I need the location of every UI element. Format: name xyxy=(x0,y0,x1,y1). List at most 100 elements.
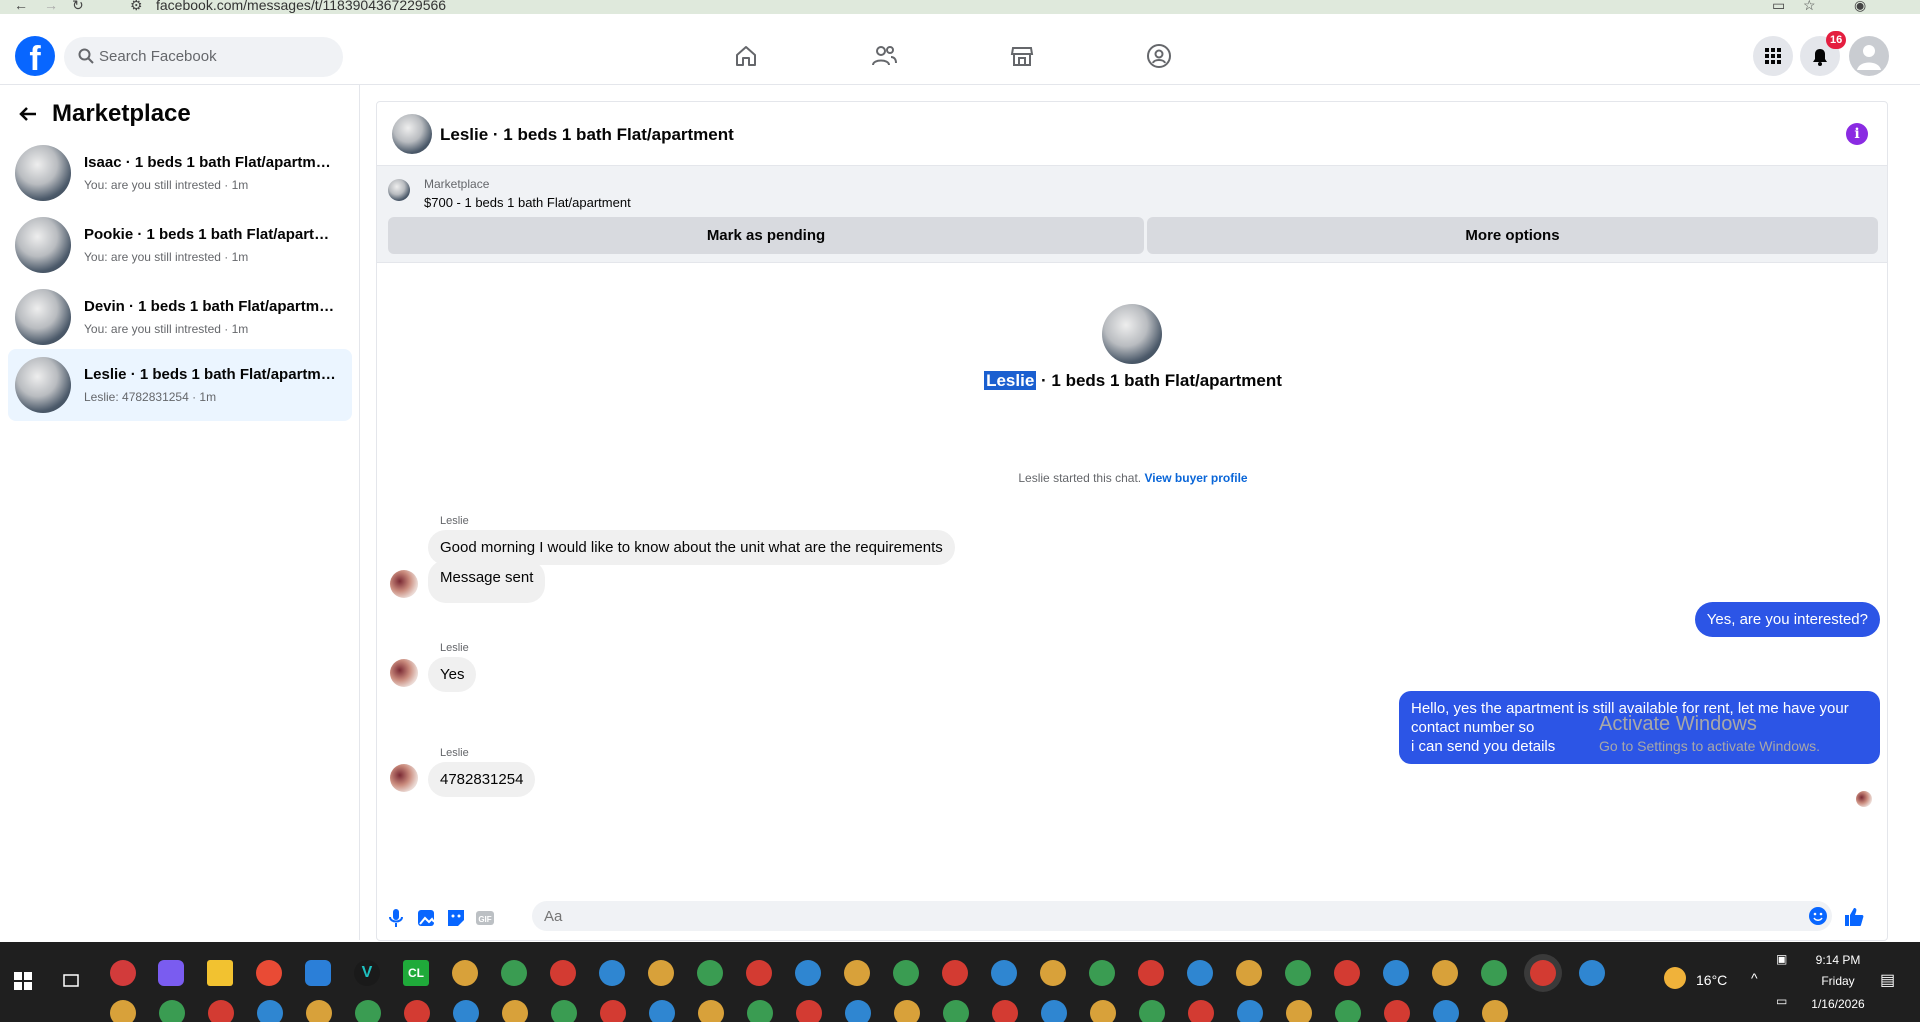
chrome-icon[interactable] xyxy=(1089,960,1115,986)
chrome-icon[interactable] xyxy=(502,1000,528,1022)
listing-thumbnail[interactable] xyxy=(388,179,410,201)
back-arrow-icon[interactable] xyxy=(18,104,38,124)
windows-start-icon[interactable] xyxy=(14,972,32,990)
copilot-icon[interactable] xyxy=(158,960,184,986)
weather-temperature[interactable]: 16°C xyxy=(1696,972,1727,988)
marketplace-icon[interactable] xyxy=(1000,34,1044,78)
chrome-icon[interactable] xyxy=(796,1000,822,1022)
tray-icon[interactable]: ▣ xyxy=(1776,952,1787,966)
info-icon[interactable]: i xyxy=(1846,123,1868,145)
chrome-icon[interactable] xyxy=(1481,960,1507,986)
chrome-icon[interactable] xyxy=(110,1000,136,1022)
facebook-logo-icon[interactable]: f xyxy=(15,36,55,76)
incoming-message[interactable]: Yes xyxy=(428,657,477,692)
groups-icon[interactable] xyxy=(1137,34,1181,78)
chrome-icon[interactable] xyxy=(1482,1000,1508,1022)
chrome-icon[interactable] xyxy=(1041,1000,1067,1022)
network-icon[interactable]: ▭ xyxy=(1776,994,1787,1008)
chrome-icon[interactable] xyxy=(1187,960,1213,986)
chrome-icon[interactable] xyxy=(795,960,821,986)
more-options-button[interactable]: More options xyxy=(1147,217,1878,254)
chrome-icon[interactable] xyxy=(306,1000,332,1022)
chrome-icon[interactable] xyxy=(943,1000,969,1022)
file-explorer-icon[interactable] xyxy=(207,960,233,986)
sticker-icon[interactable] xyxy=(445,907,467,929)
chrome-icon[interactable] xyxy=(1432,960,1458,986)
chrome-icon[interactable] xyxy=(1237,1000,1263,1022)
chrome-icon[interactable] xyxy=(992,1000,1018,1022)
chrome-icon[interactable] xyxy=(648,960,674,986)
app-icon[interactable] xyxy=(110,960,136,986)
chrome-icon[interactable] xyxy=(1334,960,1360,986)
chrome-icon[interactable] xyxy=(893,960,919,986)
chrome-icon[interactable] xyxy=(1040,960,1066,986)
chrome-icon[interactable] xyxy=(599,960,625,986)
microphone-icon[interactable] xyxy=(388,907,404,929)
profile-icon[interactable]: ◉ xyxy=(1854,0,1866,14)
chrome-icon[interactable] xyxy=(1383,960,1409,986)
chrome-icon[interactable] xyxy=(698,1000,724,1022)
chrome-icon[interactable] xyxy=(1384,1000,1410,1022)
app-icon[interactable] xyxy=(305,960,331,986)
chrome-icon[interactable] xyxy=(256,960,282,986)
chrome-icon[interactable] xyxy=(257,1000,283,1022)
chrome-icon[interactable] xyxy=(747,1000,773,1022)
conversation-item-devin[interactable]: Devin · 1 beds 1 bath Flat/apartment You… xyxy=(8,281,352,353)
sender-avatar[interactable] xyxy=(390,659,418,687)
reload-icon[interactable]: ↻ xyxy=(72,0,84,14)
address-bar[interactable]: facebook.com/messages/t/1183904367229566 xyxy=(156,0,446,13)
photo-attach-icon[interactable] xyxy=(415,907,437,929)
chrome-icon[interactable] xyxy=(1335,1000,1361,1022)
message-input[interactable] xyxy=(532,901,1792,931)
friends-icon[interactable] xyxy=(862,34,906,78)
tray-chevron-icon[interactable]: ^ xyxy=(1751,970,1758,986)
chrome-icon[interactable] xyxy=(551,1000,577,1022)
app-icon[interactable]: CL xyxy=(403,960,429,986)
chrome-icon[interactable] xyxy=(746,960,772,986)
chrome-icon[interactable] xyxy=(894,1000,920,1022)
chrome-icon[interactable] xyxy=(1090,1000,1116,1022)
account-avatar-icon[interactable] xyxy=(1849,36,1889,76)
chrome-icon[interactable] xyxy=(159,1000,185,1022)
chrome-icon[interactable] xyxy=(1138,960,1164,986)
chrome-icon[interactable] xyxy=(844,960,870,986)
chrome-icon[interactable] xyxy=(1579,960,1605,986)
chrome-icon[interactable] xyxy=(1286,1000,1312,1022)
chrome-icon[interactable] xyxy=(355,1000,381,1022)
outgoing-message[interactable]: Yes, are you interested? xyxy=(1694,602,1880,637)
chrome-icon[interactable] xyxy=(1285,960,1311,986)
forward-icon[interactable]: → xyxy=(44,0,58,13)
chrome-icon[interactable] xyxy=(404,1000,430,1022)
back-icon[interactable]: ← xyxy=(14,0,28,13)
clock-date[interactable]: 1/16/2026 xyxy=(1800,997,1876,1011)
sender-avatar[interactable] xyxy=(390,764,418,792)
menu-grid-icon[interactable] xyxy=(1753,36,1793,76)
chrome-icon[interactable] xyxy=(501,960,527,986)
gif-icon[interactable]: GIF xyxy=(474,907,496,929)
chrome-icon[interactable] xyxy=(845,1000,871,1022)
search-box[interactable]: Search Facebook xyxy=(64,37,343,77)
incoming-message[interactable]: 4782831254 xyxy=(428,762,536,797)
site-info-icon[interactable]: ⚙ xyxy=(130,0,143,14)
listing-description[interactable]: $700 - 1 beds 1 bath Flat/apartment xyxy=(424,195,631,210)
thumbs-up-icon[interactable] xyxy=(1842,905,1866,929)
conversation-item-isaac[interactable]: Isaac · 1 beds 1 bath Flat/apartment You… xyxy=(8,137,352,209)
chrome-icon[interactable] xyxy=(1188,1000,1214,1022)
message-input-box[interactable] xyxy=(532,901,1832,931)
home-icon[interactable] xyxy=(724,34,768,78)
search-input[interactable]: Search Facebook xyxy=(99,48,217,65)
emoji-icon[interactable] xyxy=(1808,906,1828,926)
chrome-icon[interactable] xyxy=(452,960,478,986)
clock-day[interactable]: Friday xyxy=(1808,974,1868,988)
install-app-icon[interactable]: ▭ xyxy=(1772,0,1785,14)
conversation-item-leslie[interactable]: Leslie · 1 beds 1 bath Flat/apartment Le… xyxy=(8,349,352,421)
clock-time[interactable]: 9:14 PM xyxy=(1808,953,1868,967)
weather-icon[interactable] xyxy=(1664,967,1686,989)
task-view-icon[interactable] xyxy=(62,972,80,990)
chrome-icon[interactable] xyxy=(453,1000,479,1022)
chrome-icon[interactable] xyxy=(1236,960,1262,986)
sender-avatar[interactable] xyxy=(390,570,418,598)
app-icon[interactable]: V xyxy=(354,960,380,986)
chrome-icon[interactable] xyxy=(600,1000,626,1022)
chat-title[interactable]: Leslie · 1 beds 1 bath Flat/apartment xyxy=(440,125,734,145)
